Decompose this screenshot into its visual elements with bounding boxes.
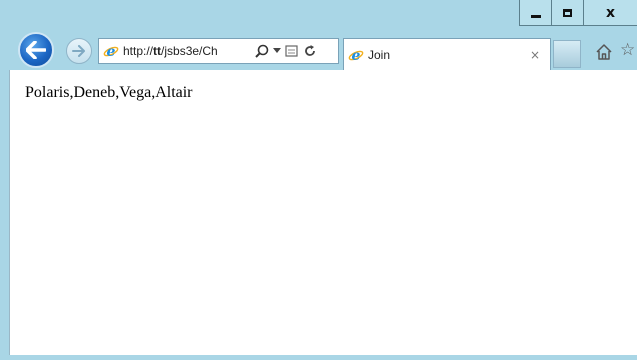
maximize-button[interactable] [551, 0, 584, 26]
close-window-button[interactable]: x [583, 0, 637, 26]
forward-button[interactable] [66, 38, 92, 64]
svg-text:e: e [352, 48, 361, 63]
search-icon[interactable] [255, 44, 269, 58]
url-text[interactable]: http://tt/jsbs3e/Ch [123, 44, 251, 58]
svg-text:e: e [107, 44, 116, 59]
window-bottom-border [0, 355, 637, 360]
page-viewport: Polaris,Deneb,Vega,Altair [9, 70, 637, 355]
address-bar[interactable]: e http://tt/jsbs3e/Ch [98, 38, 339, 64]
back-button[interactable] [18, 32, 54, 68]
compatibility-view-icon[interactable] [285, 44, 299, 58]
favorites-star-icon[interactable]: ☆ [620, 40, 637, 60]
page-content-text: Polaris,Deneb,Vega,Altair [25, 84, 193, 101]
new-tab-button[interactable] [553, 40, 581, 68]
dropdown-icon[interactable] [273, 48, 281, 54]
back-arrow-icon [26, 41, 46, 59]
ie-logo-icon: e [348, 47, 364, 63]
tab-close-icon[interactable]: × [530, 48, 540, 62]
minimize-button[interactable] [519, 0, 552, 26]
minimize-icon [530, 15, 541, 18]
home-icon[interactable] [594, 42, 614, 62]
maximize-icon [563, 8, 572, 17]
ie-logo-icon: e [103, 43, 119, 59]
close-icon: x [605, 4, 616, 21]
browser-window: x e http://tt/jsbs3e/Ch e Join × ☆ Polar… [0, 0, 637, 360]
tab-title: Join [368, 47, 391, 62]
tab-join[interactable]: e Join × [343, 38, 551, 70]
forward-arrow-icon [72, 45, 85, 57]
refresh-icon[interactable] [303, 44, 317, 58]
